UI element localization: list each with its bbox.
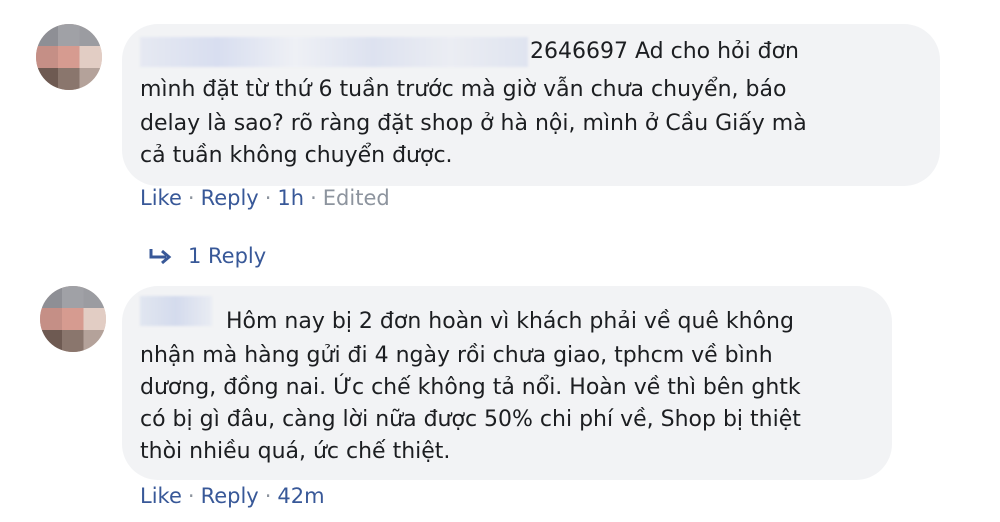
comment-text-line: thòi nhiều quá, ức chế thiệt. bbox=[140, 439, 451, 464]
blurred-username[interactable] bbox=[140, 296, 212, 326]
comment-text-line: cả tuần không chuyển được. bbox=[140, 143, 453, 168]
like-button[interactable]: Like bbox=[140, 484, 182, 508]
comment-text-line: nhận mà hàng gửi đi 4 ngày rồi chưa giao… bbox=[140, 343, 773, 368]
reply-button[interactable]: Reply bbox=[201, 484, 259, 508]
view-replies-link[interactable]: 1 Reply bbox=[148, 244, 266, 268]
avatar[interactable] bbox=[40, 286, 106, 352]
separator-dot: · bbox=[264, 484, 272, 508]
timestamp-link[interactable]: 1h bbox=[277, 186, 304, 210]
comment-actions: Like · Reply · 1h · Edited bbox=[140, 186, 390, 210]
comment-text-line: delay là sao? rõ ràng đặt shop ở hà nội,… bbox=[140, 111, 807, 136]
separator-dot: · bbox=[264, 186, 272, 210]
avatar[interactable] bbox=[36, 24, 102, 90]
comment-text-line: Hôm nay bị 2 đơn hoàn vì khách phải về q… bbox=[226, 309, 794, 334]
comment-text-line: có bị gì đâu, càng lời nữa được 50% chi … bbox=[140, 407, 801, 432]
comment-actions: Like · Reply · 42m bbox=[140, 484, 325, 508]
comment-text-line: mình đặt từ thứ 6 tuần trước mà giờ vẫn … bbox=[140, 77, 787, 102]
like-button[interactable]: Like bbox=[140, 186, 182, 210]
separator-dot: · bbox=[187, 186, 195, 210]
separator-dot: · bbox=[187, 484, 195, 508]
blurred-username[interactable] bbox=[140, 37, 528, 67]
reply-button[interactable]: Reply bbox=[201, 186, 259, 210]
comment-text-line: dương, đồng nai. Ức chế không tả nổi. Ho… bbox=[140, 375, 801, 400]
commenter-name-suffix[interactable]: 2646697 bbox=[530, 39, 628, 64]
timestamp-link[interactable]: 42m bbox=[277, 484, 324, 508]
separator-dot: · bbox=[310, 186, 317, 210]
replies-count[interactable]: 1 Reply bbox=[188, 244, 266, 268]
edited-label[interactable]: Edited bbox=[323, 186, 390, 210]
comment-text: Ad cho hỏi đơn bbox=[627, 39, 799, 64]
comment-text-line: 2646697 Ad cho hỏi đơn bbox=[140, 36, 799, 68]
reply-arrow-icon bbox=[149, 249, 172, 265]
